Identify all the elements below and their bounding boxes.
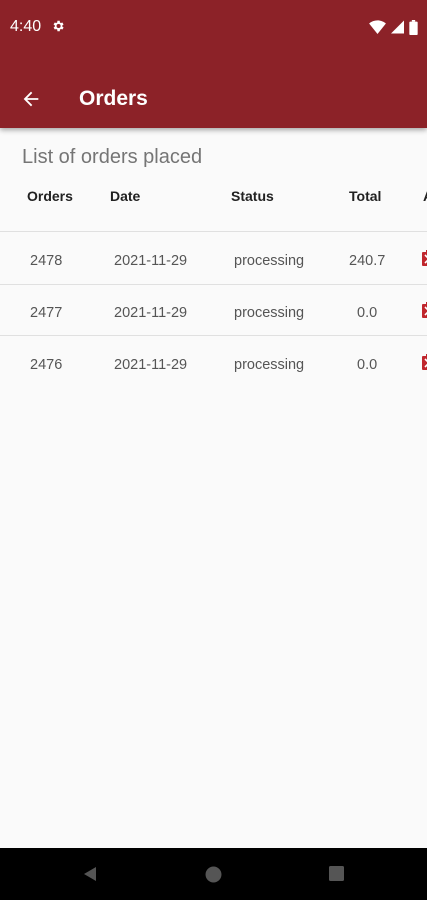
- arrow-back-icon: [23, 91, 39, 107]
- status-bar: 4:40: [0, 0, 427, 56]
- header-date: Date: [110, 188, 141, 204]
- order-total: 0.0: [357, 357, 378, 373]
- table-row[interactable]: 2477 2021-11-29 processing 0.0: [0, 284, 427, 336]
- header-orders: Orders: [27, 188, 73, 204]
- back-button[interactable]: [14, 84, 48, 114]
- delete-icon[interactable]: [422, 354, 427, 370]
- order-date: 2021-11-29: [114, 253, 188, 269]
- order-number: 2478: [30, 253, 63, 269]
- table-row[interactable]: 2476 2021-11-29 processing 0.0: [0, 336, 427, 388]
- order-total: 0.0: [357, 305, 378, 321]
- header-total: Total: [349, 188, 382, 204]
- battery-icon: [409, 19, 418, 35]
- gear-icon: [53, 20, 64, 32]
- nav-back-icon[interactable]: [82, 866, 98, 882]
- delete-icon[interactable]: [422, 250, 427, 266]
- header-status: Status: [231, 188, 274, 204]
- order-status: processing: [234, 305, 305, 321]
- system-nav-bar: [0, 848, 427, 900]
- nav-recents-icon[interactable]: [329, 866, 344, 881]
- order-number: 2477: [30, 305, 63, 321]
- order-total: 240.7: [349, 253, 386, 269]
- cellular-icon: [391, 20, 404, 34]
- status-time: 4:40: [10, 18, 42, 35]
- delete-icon[interactable]: [422, 302, 427, 318]
- main-content: List of orders placed Orders Date Status…: [0, 128, 427, 848]
- table-row[interactable]: 2478 2021-11-29 processing 240.7: [0, 232, 427, 284]
- order-number: 2476: [30, 357, 63, 373]
- table-header: Orders Date Status Total A: [0, 188, 427, 228]
- app-bar: 4:40 Orders: [0, 0, 427, 128]
- nav-home-icon[interactable]: [205, 866, 222, 883]
- order-date: 2021-11-29: [114, 305, 188, 321]
- page-title: Orders: [79, 87, 148, 110]
- order-status: processing: [234, 357, 305, 373]
- status-icons: [369, 19, 418, 35]
- orders-subtitle: List of orders placed: [22, 146, 203, 168]
- order-date: 2021-11-29: [114, 357, 188, 373]
- wifi-icon: [369, 20, 386, 34]
- header-action: A: [423, 188, 427, 204]
- order-status: processing: [234, 253, 305, 269]
